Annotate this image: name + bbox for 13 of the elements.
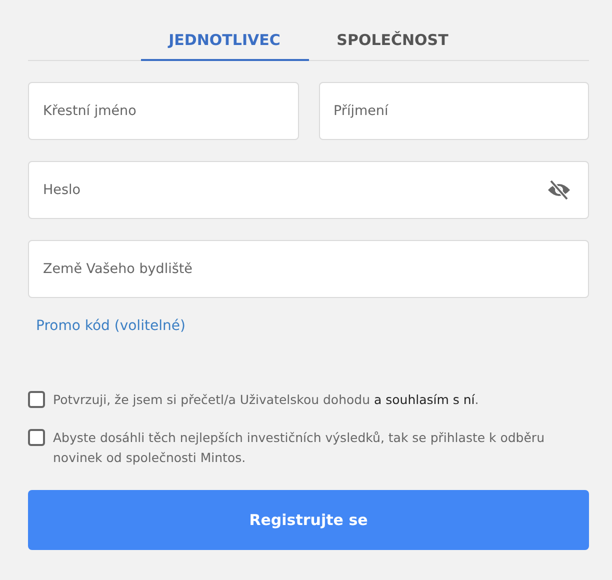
consent-text: Abyste dosáhli těch nejlepších investičních výsledků, tak se přihlaste k odběru novinek od společnosti Mintos. — [53, 429, 546, 467]
eye-slash-icon[interactable] — [547, 180, 571, 200]
consent-text: Potvrzuji, že jsem si přečetl/a Uživatelskou dohodu a souhlasím s ní. — [53, 391, 479, 409]
input-field[interactable]: Příjmení — [318, 82, 589, 140]
register-button[interactable]: Registrujte se — [28, 490, 589, 550]
tab[interactable]: SPOLEČNOST — [308, 20, 476, 61]
checkbox[interactable] — [28, 391, 45, 408]
checkbox[interactable] — [28, 429, 45, 446]
input-field[interactable]: Země Vašeho bydliště — [28, 240, 589, 298]
tab[interactable]: JEDNOTLIVEC — [140, 20, 308, 61]
password-field[interactable]: Heslo — [28, 161, 589, 219]
input-field[interactable]: Křestní jméno — [28, 82, 298, 140]
promo-code-link[interactable]: Promo kód (volitelné) — [36, 318, 186, 334]
